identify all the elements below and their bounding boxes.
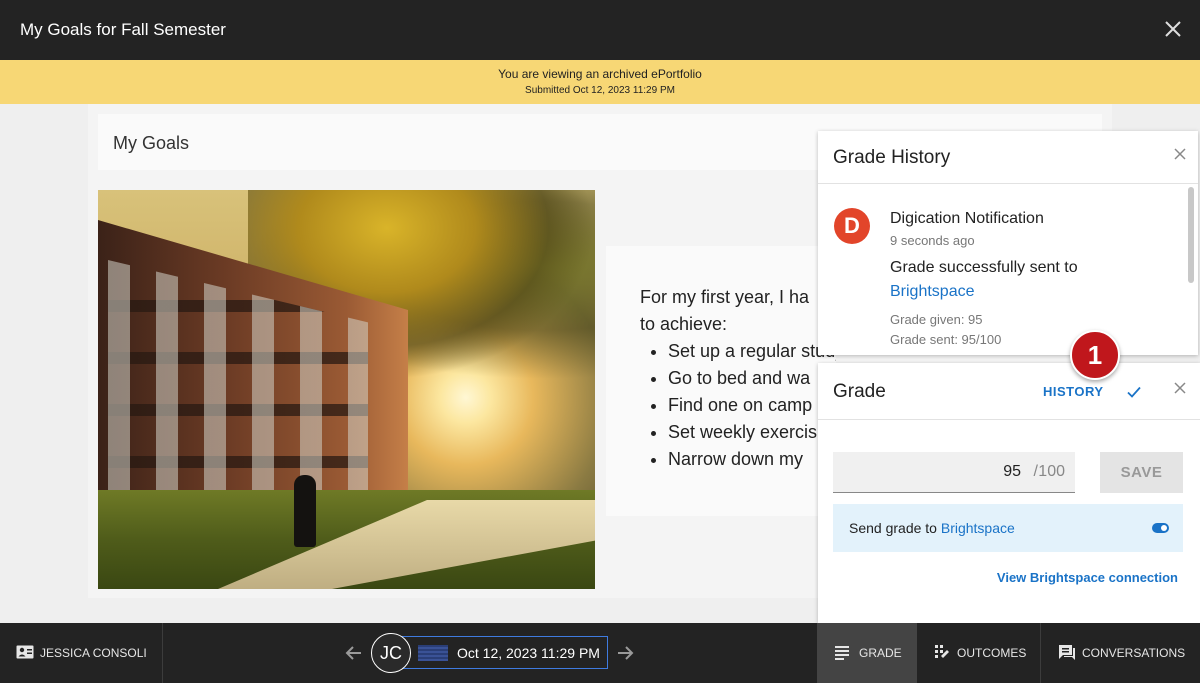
notification-time: 9 seconds ago	[890, 233, 975, 248]
arrow-left-icon[interactable]	[345, 644, 363, 662]
tab-outcomes-label: OUTCOMES	[957, 646, 1027, 660]
close-icon[interactable]	[1174, 382, 1186, 394]
step-callout-badge: 1	[1070, 330, 1120, 380]
grade-history-title: Grade History	[833, 147, 951, 168]
send-grade-toggle[interactable]	[1152, 523, 1169, 533]
grade-title: Grade	[833, 381, 886, 402]
send-grade-label: Send grade to Brightspace	[849, 520, 1015, 536]
check-icon[interactable]	[1126, 384, 1142, 400]
bottom-bar: JESSICA CONSOLI Oct 12, 2023 11:29 PM JC…	[0, 623, 1200, 683]
list-item: Set up a regular study routine	[668, 338, 836, 365]
view-connection-link[interactable]: View Brightspace connection	[997, 570, 1178, 585]
notification-avatar: D	[834, 208, 870, 244]
list-item: Go to bed and wa	[668, 365, 836, 392]
send-grade-row: Send grade to Brightspace	[833, 504, 1183, 552]
score-value: 95	[1003, 463, 1021, 480]
banner-submitted: Submitted Oct 12, 2023 11:29 PM	[525, 85, 675, 96]
score-input[interactable]: 95 / 100	[833, 452, 1075, 493]
grade-panel: Grade HISTORY 95 / 100 SAVE Send grade t…	[818, 363, 1200, 623]
list-item: Narrow down my	[668, 446, 836, 473]
list-lines-icon	[835, 646, 849, 660]
goals-list: Set up a regular study routine Go to bed…	[668, 338, 836, 473]
close-icon[interactable]	[1164, 20, 1182, 38]
archive-banner: You are viewing an archived ePortfolio S…	[0, 60, 1200, 104]
scrollbar[interactable]	[1188, 187, 1194, 283]
grade-sent: Grade sent: 95/100	[890, 332, 1002, 347]
list-item: Find one on camp	[668, 392, 836, 419]
top-bar: My Goals for Fall Semester	[0, 0, 1200, 60]
score-max: 100	[1038, 463, 1065, 480]
goals-text: For my first year, I ha to achieve: Set …	[606, 246, 836, 516]
contact-card-icon	[16, 645, 34, 659]
user-button[interactable]: JESSICA CONSOLI	[0, 623, 163, 683]
submission-date: Oct 12, 2023 11:29 PM	[457, 645, 600, 661]
section-title: My Goals	[113, 133, 190, 153]
close-icon[interactable]	[1174, 148, 1186, 160]
brightspace-link[interactable]: Brightspace	[941, 520, 1015, 536]
tab-conversations-label: CONVERSATIONS	[1082, 646, 1186, 660]
arrow-right-icon[interactable]	[616, 644, 634, 662]
history-button[interactable]: HISTORY	[1043, 384, 1104, 399]
grade-given: Grade given: 95	[890, 312, 983, 327]
save-button[interactable]: SAVE	[1100, 452, 1183, 493]
grade-header: Grade HISTORY	[818, 363, 1200, 420]
grade-history-panel: Grade History D Digication Notification …	[818, 131, 1198, 355]
grade-history-header: Grade History	[818, 131, 1198, 184]
user-name: JESSICA CONSOLI	[40, 646, 147, 660]
tab-outcomes[interactable]: OUTCOMES	[917, 623, 1041, 683]
notification-message: Grade successfully sent to	[890, 259, 1078, 276]
campus-photo	[98, 190, 595, 589]
notification-sender: Digication Notification	[890, 210, 1044, 227]
tab-grade-label: GRADE	[859, 646, 902, 660]
flag-thumbnail	[418, 645, 448, 661]
outcomes-grid-icon	[935, 645, 949, 658]
tab-grade[interactable]: GRADE	[817, 623, 917, 683]
brightspace-link[interactable]: Brightspace	[890, 283, 975, 301]
avatar: JC	[371, 633, 411, 673]
banner-message: You are viewing an archived ePortfolio	[498, 67, 702, 81]
list-item: Set weekly exercis	[668, 419, 836, 446]
tab-conversations[interactable]: CONVERSATIONS	[1041, 623, 1200, 683]
window-title: My Goals for Fall Semester	[20, 20, 226, 39]
goals-intro: For my first year, I ha to achieve:	[640, 287, 810, 334]
submission-date-selector[interactable]: Oct 12, 2023 11:29 PM	[402, 636, 608, 669]
chat-bubble-icon	[1059, 645, 1075, 660]
